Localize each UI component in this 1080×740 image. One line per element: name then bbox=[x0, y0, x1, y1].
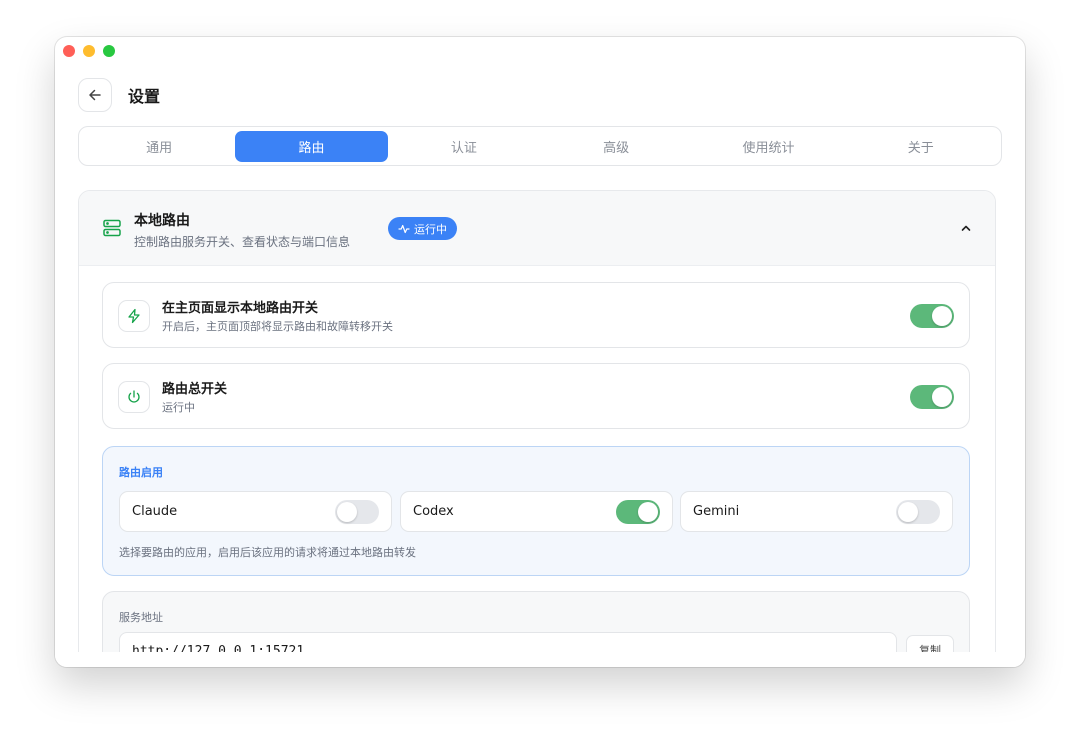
tab-routing[interactable]: 路由 bbox=[235, 130, 388, 162]
master-switch-row: 路由总开关 运行中 bbox=[102, 363, 970, 429]
app-name: Claude bbox=[132, 504, 178, 519]
section-title: 路由启用 bbox=[119, 466, 163, 479]
show-toggle-row: 在主页面显示本地路由开关 开启后，主页面顶部将显示路由和故障转移开关 bbox=[102, 282, 970, 348]
tab-auth[interactable]: 认证 bbox=[388, 131, 540, 162]
activity-icon bbox=[398, 224, 410, 233]
status-badge: 运行中 bbox=[388, 217, 457, 240]
row-title: 路由总开关 bbox=[162, 382, 228, 397]
tab-general[interactable]: 通用 bbox=[83, 131, 235, 162]
app-card-gemini: Gemini bbox=[680, 491, 953, 532]
tab-usage-stats[interactable]: 使用统计 bbox=[692, 131, 844, 162]
settings-tabs: 通用 路由 认证 高级 使用统计 关于 bbox=[78, 126, 1002, 166]
row-description: 开启后，主页面顶部将显示路由和故障转移开关 bbox=[162, 320, 393, 333]
section-hint: 选择要路由的应用，启用后该应用的请求将通过本地路由转发 bbox=[119, 546, 416, 559]
app-name: Codex bbox=[413, 504, 454, 519]
app-name: Gemini bbox=[693, 504, 740, 519]
gemini-switch[interactable] bbox=[896, 500, 940, 524]
chevron-up-icon[interactable] bbox=[959, 221, 973, 235]
row-icon-container bbox=[118, 300, 150, 332]
page-header: 设置 bbox=[78, 78, 160, 112]
maximize-window-button[interactable] bbox=[103, 45, 115, 57]
app-card-claude: Claude bbox=[119, 491, 392, 532]
row-description: 运行中 bbox=[162, 401, 195, 414]
server-icon bbox=[103, 219, 121, 237]
power-icon bbox=[128, 390, 140, 403]
lightning-icon bbox=[128, 308, 140, 324]
arrow-left-icon bbox=[89, 89, 101, 101]
row-icon-container bbox=[118, 381, 150, 413]
tab-advanced[interactable]: 高级 bbox=[540, 131, 692, 162]
local-routing-panel: 本地路由 控制路由服务开关、查看状态与端口信息 运行中 在主页面显示本地路由开关… bbox=[78, 190, 996, 667]
section-label: 服务地址 bbox=[119, 611, 163, 624]
app-card-codex: Codex bbox=[400, 491, 673, 532]
close-window-button[interactable] bbox=[63, 45, 75, 57]
row-title: 在主页面显示本地路由开关 bbox=[162, 301, 319, 316]
routing-enable-section: 路由启用 Claude Codex Gemini 选择要路由的应用，启用后该应用… bbox=[102, 446, 970, 576]
minimize-window-button[interactable] bbox=[83, 45, 95, 57]
tab-about[interactable]: 关于 bbox=[845, 131, 997, 162]
window-controls bbox=[63, 45, 115, 57]
back-button[interactable] bbox=[78, 78, 112, 112]
panel-description: 控制路由服务开关、查看状态与端口信息 bbox=[134, 235, 351, 249]
status-badge-label: 运行中 bbox=[414, 222, 447, 236]
window-bottom-edge bbox=[55, 652, 1025, 667]
app-window: 设置 通用 路由 认证 高级 使用统计 关于 本地路由 控制路由服务开关、查看状… bbox=[55, 37, 1025, 667]
page-title: 设置 bbox=[128, 87, 161, 106]
claude-switch[interactable] bbox=[335, 500, 379, 524]
panel-title: 本地路由 bbox=[134, 213, 190, 229]
show-routing-switch[interactable] bbox=[910, 304, 954, 328]
codex-switch[interactable] bbox=[616, 500, 660, 524]
routing-master-switch[interactable] bbox=[910, 385, 954, 409]
panel-header[interactable]: 本地路由 控制路由服务开关、查看状态与端口信息 运行中 bbox=[79, 191, 995, 266]
